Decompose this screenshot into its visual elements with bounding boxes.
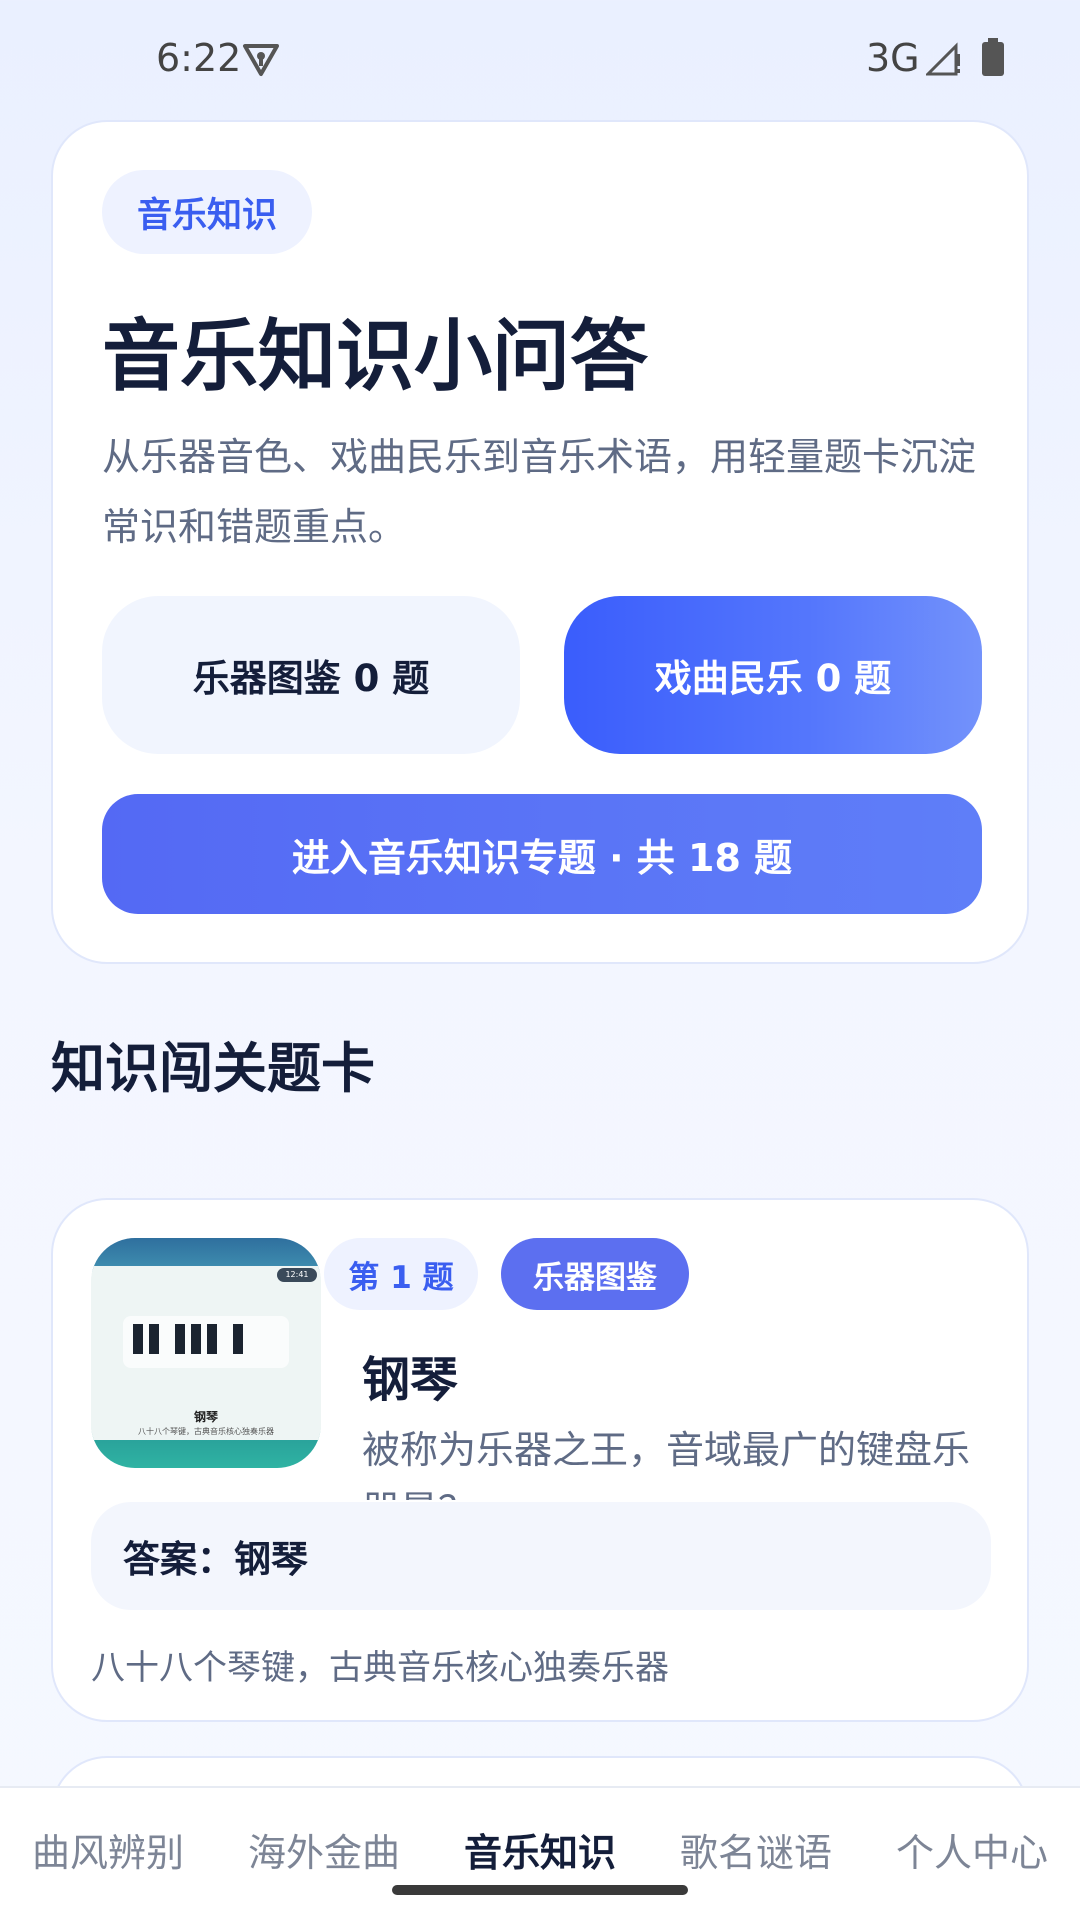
opera-folk-button[interactable]: 戏曲民乐 0 题 [564, 596, 982, 754]
section-title: 知识闯关题卡 [51, 1037, 375, 1100]
status-bar: 6:22 3G [0, 0, 1080, 115]
thumbnail-clock: 12:41 [277, 1268, 317, 1282]
network-type: 3G [866, 36, 920, 80]
tab-song-riddles[interactable]: 歌名谜语 [648, 1822, 864, 1877]
piano-black-key [175, 1324, 185, 1354]
signal-icon [926, 42, 960, 76]
hero-card: 音乐知识 音乐知识小问答 从乐器音色、戏曲民乐到音乐术语，用轻量题卡沉淀常识和错… [51, 120, 1029, 964]
thumbnail-subtitle: 八十八个琴键，古典音乐核心独奏乐器 [138, 1427, 274, 1436]
question-number-badge: 第 1 题 [324, 1238, 478, 1310]
piano-black-key [191, 1324, 201, 1354]
piano-thumbnail: 12:41 钢琴 八十八个琴键，古典音乐核心独奏乐器 [91, 1238, 321, 1468]
tab-genre[interactable]: 曲风辨别 [0, 1822, 216, 1877]
thumbnail-title: 钢琴 [193, 1410, 218, 1424]
question-category-badge: 乐器图鉴 [501, 1238, 689, 1310]
question-card[interactable]: 12:41 钢琴 八十八个琴键，古典音乐核心独奏乐器 第 1 题 乐器图鉴 钢琴… [51, 1198, 1029, 1722]
piano-black-key [233, 1324, 243, 1354]
question-text: 被称为乐器之王，音域最广的键盘乐器是？ [362, 1428, 971, 1500]
battery-icon [982, 38, 1004, 76]
piano-keys-icon [123, 1316, 289, 1368]
page-title: 音乐知识小问答 [102, 312, 649, 402]
piano-black-key [207, 1324, 217, 1354]
piano-black-key [149, 1324, 159, 1354]
bottom-nav: 曲风辨别 海外金曲 音乐知识 歌名谜语 个人中心 [0, 1786, 1080, 1920]
piano-black-key [133, 1324, 143, 1354]
question-title: 钢琴 [362, 1352, 459, 1408]
answer-box: 答案：钢琴 [91, 1502, 991, 1610]
tab-profile[interactable]: 个人中心 [864, 1822, 1080, 1877]
status-time: 6:22 [156, 36, 242, 80]
question-note: 八十八个琴键，古典音乐核心独奏乐器 [91, 1648, 669, 1688]
instrument-guide-button[interactable]: 乐器图鉴 0 题 [102, 596, 520, 754]
home-indicator[interactable] [392, 1885, 688, 1895]
enter-topic-button[interactable]: 进入音乐知识专题 · 共 18 题 [102, 794, 982, 914]
vpn-key-icon [243, 44, 279, 76]
tab-music-knowledge[interactable]: 音乐知识 [432, 1822, 648, 1877]
tab-overseas-hits[interactable]: 海外金曲 [216, 1822, 432, 1877]
category-tag: 音乐知识 [102, 170, 312, 254]
page-description: 从乐器音色、戏曲民乐到音乐术语，用轻量题卡沉淀常识和错题重点。 [102, 435, 977, 549]
